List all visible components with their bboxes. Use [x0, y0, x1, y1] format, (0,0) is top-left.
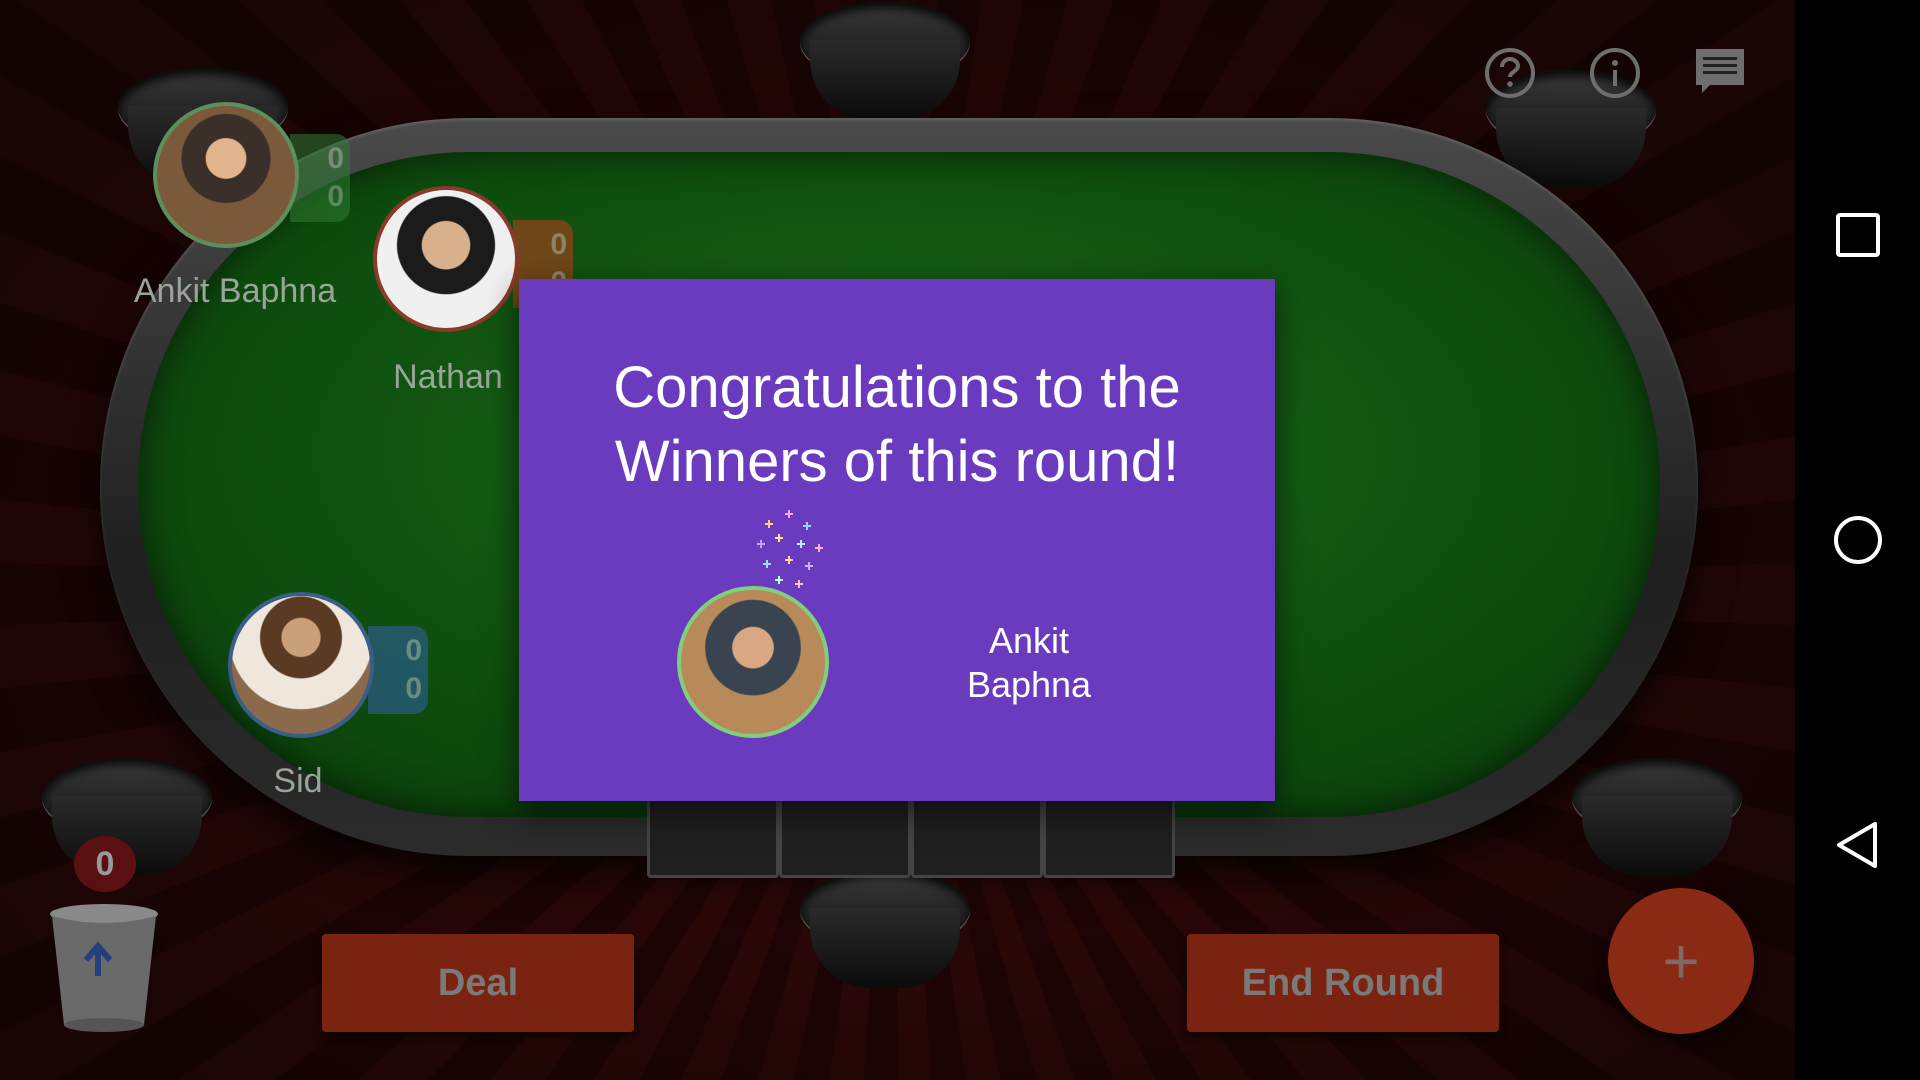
- avatar[interactable]: [153, 102, 299, 248]
- recycle-bin-icon[interactable]: [46, 900, 162, 1035]
- sparkles-icon: [757, 510, 823, 588]
- add-button[interactable]: +: [1608, 888, 1754, 1034]
- chat-icon[interactable]: [1690, 43, 1750, 103]
- card-slot-2: [779, 790, 911, 878]
- deal-button[interactable]: Deal: [322, 934, 634, 1032]
- game-stage: 0 0 Ankit Baphna 0 0 Nathan 0 0 Sid 0: [0, 0, 1795, 1080]
- chip-count: 0: [550, 228, 567, 261]
- player-name: Sid: [273, 762, 323, 800]
- discard-count-badge: 0: [74, 836, 136, 892]
- home-icon[interactable]: [1795, 485, 1920, 595]
- bet-count: 0: [405, 672, 422, 705]
- player-sid[interactable]: 0 0 Sid: [228, 592, 478, 812]
- info-icon[interactable]: [1585, 43, 1645, 103]
- back-icon[interactable]: [1795, 790, 1920, 900]
- seat-top-center[interactable]: [800, 2, 970, 122]
- help-icon[interactable]: [1480, 43, 1540, 103]
- end-round-button[interactable]: End Round: [1187, 934, 1499, 1032]
- winner-avatar: [677, 586, 829, 738]
- winner-dialog: Congratulations to the Winners of this r…: [519, 279, 1275, 801]
- player-name: Ankit Baphna: [133, 272, 337, 310]
- avatar[interactable]: [373, 186, 519, 332]
- seat-bottom-right[interactable]: [1572, 758, 1742, 878]
- chip-tag: 0 0: [290, 134, 350, 222]
- avatar[interactable]: [228, 592, 374, 738]
- card-slot-1: [647, 790, 779, 878]
- winner-name: Ankit Baphna: [966, 620, 1092, 705]
- player-name: Nathan: [393, 358, 503, 396]
- dialog-title: Congratulations to the Winners of this r…: [613, 355, 1181, 494]
- seat-bottom-center[interactable]: [800, 870, 970, 990]
- card-slot-3: [911, 790, 1043, 878]
- system-nav-bar: [1795, 0, 1920, 1080]
- chip-count: 0: [405, 634, 422, 667]
- recents-icon[interactable]: [1795, 180, 1920, 290]
- player-ankit[interactable]: 0 0 Ankit Baphna: [134, 100, 400, 320]
- card-slot-4: [1043, 790, 1175, 878]
- chip-tag: 0 0: [368, 626, 428, 714]
